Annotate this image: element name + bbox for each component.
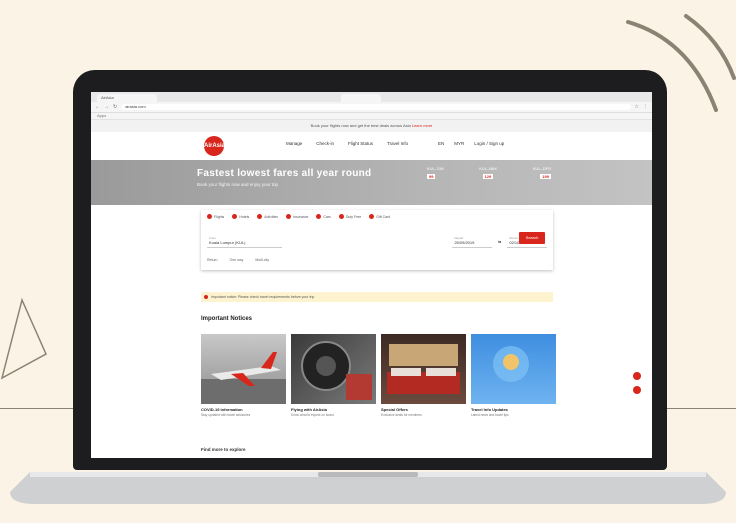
card-title: Flying with AirAsia <box>291 407 327 412</box>
card-image-map <box>471 334 556 404</box>
card-text: Latest news and travel tips <box>471 413 509 417</box>
laptop-base <box>10 472 726 504</box>
promo-strip: Book your flights now and get the best d… <box>91 120 652 132</box>
option-return[interactable]: Return <box>207 258 218 262</box>
nav-item-checkin[interactable]: Check-in <box>316 141 334 146</box>
alert-icon <box>204 295 208 299</box>
option-multi-city[interactable]: Multi-city <box>255 258 269 262</box>
plane-icon <box>207 214 212 219</box>
notice-banner[interactable]: Important notice: Please check travel re… <box>201 292 553 302</box>
card-title: COVID-19 Information <box>201 407 243 412</box>
tab-hotels[interactable]: Hotels <box>232 214 249 219</box>
floating-buttons <box>633 372 641 394</box>
promo-text: Book your flights now and get the best d… <box>310 123 411 128</box>
flight-search-card: Flights Hotels Activities Insurance Cars… <box>201 210 553 270</box>
card-text: Know what to expect on board <box>291 413 334 417</box>
card-image-plane <box>201 334 286 404</box>
deal-route: KUL–DPS <box>532 166 551 171</box>
tab-insurance[interactable]: Insurance <box>286 214 308 219</box>
card-text: Stay updated with travel advisories <box>201 413 251 417</box>
search-row: From Kuala Lumpur (KUL) Depart 25/09/201… <box>207 232 547 250</box>
origin-field[interactable]: From Kuala Lumpur (KUL) <box>207 234 283 248</box>
nav-item-flight-status[interactable]: Flight Status <box>348 141 373 146</box>
hero-banner: Fastest lowest fares all year round Book… <box>91 160 652 205</box>
laptop-screen: AirAsia ← → ↻ airasia.com ☆ ⋮ Apps Book … <box>91 92 652 458</box>
option-one-way[interactable]: One way <box>230 258 244 262</box>
forward-icon[interactable]: → <box>104 104 109 110</box>
help-icon[interactable] <box>633 386 641 394</box>
search-tabs: Flights Hotels Activities Insurance Cars… <box>201 210 553 223</box>
chat-icon[interactable] <box>633 372 641 380</box>
hero-subtitle: Book your flights now and enjoy your tri… <box>197 182 279 187</box>
tab-gift-card[interactable]: Gift Card <box>369 214 390 219</box>
map-pin-illustration <box>493 346 529 382</box>
hero-title: Fastest lowest fares all year round <box>197 168 372 179</box>
card-title: Travel Info Updates <box>471 407 508 412</box>
hero-deals: KUL–SIN KUL–BKK KUL–DPS 99 129 199 <box>427 166 551 182</box>
ticket-icon <box>257 214 263 219</box>
bookmarks-bar[interactable]: Apps <box>91 113 652 120</box>
menu-icon[interactable]: ⋮ <box>643 104 648 110</box>
browser-tab[interactable] <box>341 94 381 102</box>
language-selector[interactable]: EN <box>438 141 444 146</box>
deal-price[interactable]: 99 <box>427 174 436 179</box>
card-text: Exclusive deals for members <box>381 413 422 417</box>
deal-price[interactable]: 129 <box>482 174 494 179</box>
section-title: Important Notices <box>201 316 253 322</box>
deal-prices: 99 129 199 <box>427 174 551 179</box>
search-button[interactable]: Search <box>519 232 545 244</box>
tab-cars[interactable]: Cars <box>316 214 331 219</box>
nav-item-manage[interactable]: Manage <box>286 141 302 146</box>
star-icon[interactable]: ☆ <box>635 104 639 110</box>
browser-toolbar: ← → ↻ airasia.com ☆ ⋮ <box>91 102 652 113</box>
deal-route: KUL–BKK <box>479 166 498 171</box>
plane-illustration <box>201 352 286 404</box>
card[interactable]: Flying with AirAsia Know what to expect … <box>291 334 376 417</box>
depart-date-field[interactable]: Depart 25/09/2019 <box>452 234 492 248</box>
promo-link[interactable]: Learn more <box>412 123 432 128</box>
main-nav: Manage Check-in Flight Status Travel Inf… <box>286 141 408 146</box>
reload-icon[interactable]: ↻ <box>113 104 117 110</box>
notice-cards: COVID-19 Information Stay updated with t… <box>201 334 556 417</box>
tab-activities[interactable]: Activities <box>257 214 278 219</box>
header-right-nav: EN MYR Login / Sign up <box>438 141 504 146</box>
card-title: Special Offers <box>381 407 408 412</box>
deal-price[interactable]: 199 <box>540 174 551 179</box>
bottom-section-title: Find more to explore <box>201 447 246 452</box>
card-image-hotel <box>381 334 466 404</box>
browser-tab[interactable]: AirAsia <box>97 94 157 102</box>
deal-route: KUL–SIN <box>427 166 444 171</box>
currency-selector[interactable]: MYR <box>454 141 464 146</box>
decorative-triangle <box>0 297 47 380</box>
login-link[interactable]: Login / Sign up <box>474 141 504 146</box>
browser-tab-strip: AirAsia <box>91 92 652 102</box>
card-image-engine <box>291 334 376 404</box>
nav-item-travel-info[interactable]: Travel Info <box>387 141 408 146</box>
hotel-illustration <box>387 344 460 394</box>
bag-icon <box>338 214 344 219</box>
engine-illustration <box>301 341 372 400</box>
card[interactable]: Special Offers Exclusive deals for membe… <box>381 334 466 417</box>
tab-duty-free[interactable]: Duty Free <box>338 214 361 219</box>
back-icon[interactable]: ← <box>95 104 100 110</box>
airasia-logo[interactable]: AirAsia <box>204 136 225 156</box>
gift-icon <box>369 214 375 219</box>
shield-icon <box>286 214 292 219</box>
swap-icon[interactable]: ⇆ <box>498 239 501 244</box>
carousel-next-icon[interactable]: › <box>551 370 553 376</box>
card[interactable]: Travel Info Updates Latest news and trav… <box>471 334 556 417</box>
car-icon <box>316 214 322 219</box>
deal-routes: KUL–SIN KUL–BKK KUL–DPS <box>427 166 551 171</box>
notice-text: Important notice: Please check travel re… <box>211 295 315 299</box>
trip-type-options: Return One way Multi-city <box>207 258 269 262</box>
address-bar[interactable]: airasia.com <box>121 104 631 110</box>
card[interactable]: COVID-19 Information Stay updated with t… <box>201 334 286 417</box>
site-header: AirAsia Manage Check-in Flight Status Tr… <box>91 132 652 160</box>
bed-icon <box>232 214 238 219</box>
tab-flights[interactable]: Flights <box>207 214 224 219</box>
